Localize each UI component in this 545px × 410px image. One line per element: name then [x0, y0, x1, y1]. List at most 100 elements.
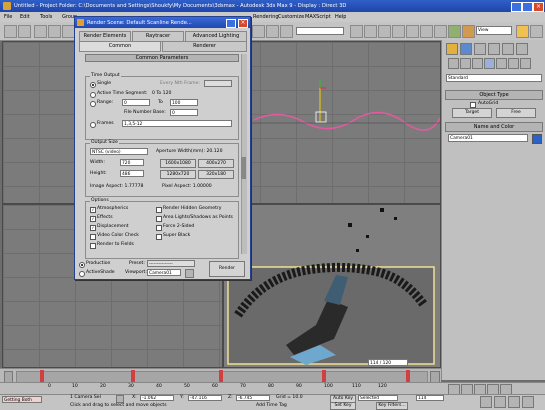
menu-customize[interactable]: Customize	[278, 14, 304, 20]
auto-key-dropdown[interactable]: Selected	[358, 395, 398, 401]
frames-radio[interactable]	[90, 122, 96, 128]
zoom-icon[interactable]	[480, 396, 492, 408]
hierarchy-tab-icon[interactable]	[474, 43, 486, 55]
select-link-icon[interactable]	[34, 25, 47, 38]
curve-editor-icon[interactable]	[434, 25, 447, 38]
maxscript-listener[interactable]: Getting Both	[2, 396, 42, 403]
percent-snap-icon[interactable]	[378, 25, 391, 38]
render-hidden-geometry-checkbox[interactable]	[156, 207, 162, 213]
object-type-rollout[interactable]: Object Type	[445, 90, 543, 100]
range-radio[interactable]	[90, 101, 96, 107]
named-selection-field[interactable]	[296, 27, 344, 35]
utilities-tab-icon[interactable]	[516, 43, 528, 55]
create-tab-icon[interactable]	[446, 43, 458, 55]
layer-manager-icon[interactable]	[420, 25, 433, 38]
snap-icon[interactable]	[350, 25, 363, 38]
menu-file[interactable]: File	[4, 14, 12, 20]
single-radio[interactable]	[90, 82, 96, 88]
pan-icon[interactable]	[494, 396, 506, 408]
name-color-rollout[interactable]: Name and Color	[445, 122, 543, 132]
active-segment-radio[interactable]	[90, 92, 96, 98]
preset-400x270-button[interactable]: 400x270	[198, 159, 234, 168]
tab-renderer[interactable]: Renderer	[162, 41, 247, 52]
category-dropdown[interactable]: Standard	[446, 74, 542, 82]
viewport-dropdown[interactable]: Camera01	[147, 269, 181, 276]
lock-icon[interactable]	[185, 269, 194, 278]
displacement-checkbox[interactable]: ✓	[90, 225, 96, 231]
select-scale-icon[interactable]	[280, 25, 293, 38]
production-radio[interactable]	[79, 262, 85, 268]
shapes-icon[interactable]	[460, 58, 471, 69]
close-icon[interactable]: ×	[533, 2, 544, 12]
menu-tools[interactable]: Tools	[40, 14, 52, 20]
helpers-icon[interactable]	[496, 58, 507, 69]
menu-edit[interactable]: Edit	[20, 14, 30, 20]
width-field[interactable]: 720	[120, 159, 144, 166]
minimize-button[interactable]	[511, 2, 522, 12]
area-lights-checkbox[interactable]	[156, 216, 162, 222]
spacewarps-icon[interactable]	[508, 58, 519, 69]
geometry-icon[interactable]	[448, 58, 459, 69]
systems-icon[interactable]	[520, 58, 531, 69]
object-color-swatch[interactable]	[532, 134, 542, 144]
super-black-checkbox[interactable]	[156, 234, 162, 240]
angle-snap-icon[interactable]	[364, 25, 377, 38]
add-time-tag[interactable]: Add Time Tag	[256, 403, 287, 408]
unlink-icon[interactable]	[48, 25, 61, 38]
range-from-field[interactable]: 0	[122, 99, 150, 106]
output-preset-dropdown[interactable]: NTSC (video)	[90, 148, 148, 155]
y-coord-field[interactable]: -47.116	[188, 395, 222, 401]
reference-coord-dropdown[interactable]: View	[476, 26, 512, 35]
modify-tab-icon[interactable]	[460, 43, 472, 55]
effects-checkbox[interactable]: ✓	[90, 216, 96, 222]
pivot-icon[interactable]	[530, 25, 543, 38]
common-parameters-rollout[interactable]: Common Parameters	[85, 54, 239, 62]
selection-lock-icon[interactable]	[116, 395, 124, 403]
target-button[interactable]: Target	[452, 108, 492, 118]
dialog-scroll-thumb[interactable]	[241, 157, 246, 179]
atmospherics-checkbox[interactable]: ✓	[90, 207, 96, 213]
undo-icon[interactable]	[4, 25, 17, 38]
material-editor-icon[interactable]	[448, 25, 461, 38]
activeshade-radio[interactable]	[79, 271, 85, 277]
mirror-icon[interactable]	[392, 25, 405, 38]
every-nth-field[interactable]	[204, 80, 232, 87]
free-button[interactable]: Free	[496, 108, 536, 118]
tab-common[interactable]: Common	[79, 41, 161, 52]
range-to-field[interactable]: 100	[170, 99, 198, 106]
redo-icon[interactable]	[18, 25, 31, 38]
viewport-front[interactable]	[223, 41, 441, 204]
frames-field[interactable]: 1,3,5-12	[122, 120, 232, 127]
maximize-button[interactable]	[522, 2, 533, 12]
force-2-sided-checkbox[interactable]	[156, 225, 162, 231]
menu-maxscript[interactable]: MAXScript	[305, 14, 331, 20]
x-coord-field[interactable]: -1.062	[140, 395, 174, 401]
object-name-field[interactable]: Camera01	[448, 134, 528, 142]
menu-help[interactable]: Help	[335, 14, 346, 20]
select-rotate-icon[interactable]	[266, 25, 279, 38]
display-tab-icon[interactable]	[502, 43, 514, 55]
render-to-fields-checkbox[interactable]	[90, 243, 96, 249]
menu-rendering[interactable]: Rendering	[253, 14, 279, 20]
motion-tab-icon[interactable]	[488, 43, 500, 55]
preset-1600x1080-button[interactable]: 1600x1080	[160, 159, 196, 168]
dialog-minimize-button[interactable]	[226, 19, 236, 28]
height-field[interactable]: 486	[120, 170, 144, 177]
quick-render-icon[interactable]	[516, 25, 529, 38]
render-button[interactable]: Render	[209, 261, 245, 277]
maximize-viewport-icon[interactable]	[522, 396, 534, 408]
select-move-icon[interactable]	[252, 25, 265, 38]
orbit-icon[interactable]	[508, 396, 520, 408]
preset-dropdown[interactable]: ---------------	[147, 260, 195, 267]
render-scene-icon[interactable]	[462, 25, 475, 38]
align-icon[interactable]	[406, 25, 419, 38]
dialog-scrollbar[interactable]	[241, 54, 247, 254]
file-number-base-field[interactable]: 0	[170, 109, 198, 116]
dialog-close-icon[interactable]: ×	[238, 19, 248, 28]
cameras-icon[interactable]	[484, 58, 495, 69]
current-frame-field[interactable]: 114	[416, 395, 444, 401]
preset-320x180-button[interactable]: 320x180	[198, 170, 234, 179]
preset-1280x720-button[interactable]: 1280x720	[160, 170, 196, 179]
dialog-titlebar[interactable]: Render Scene: Default Scanline Rende... …	[75, 17, 250, 28]
z-coord-field[interactable]: -6.745	[236, 395, 270, 401]
